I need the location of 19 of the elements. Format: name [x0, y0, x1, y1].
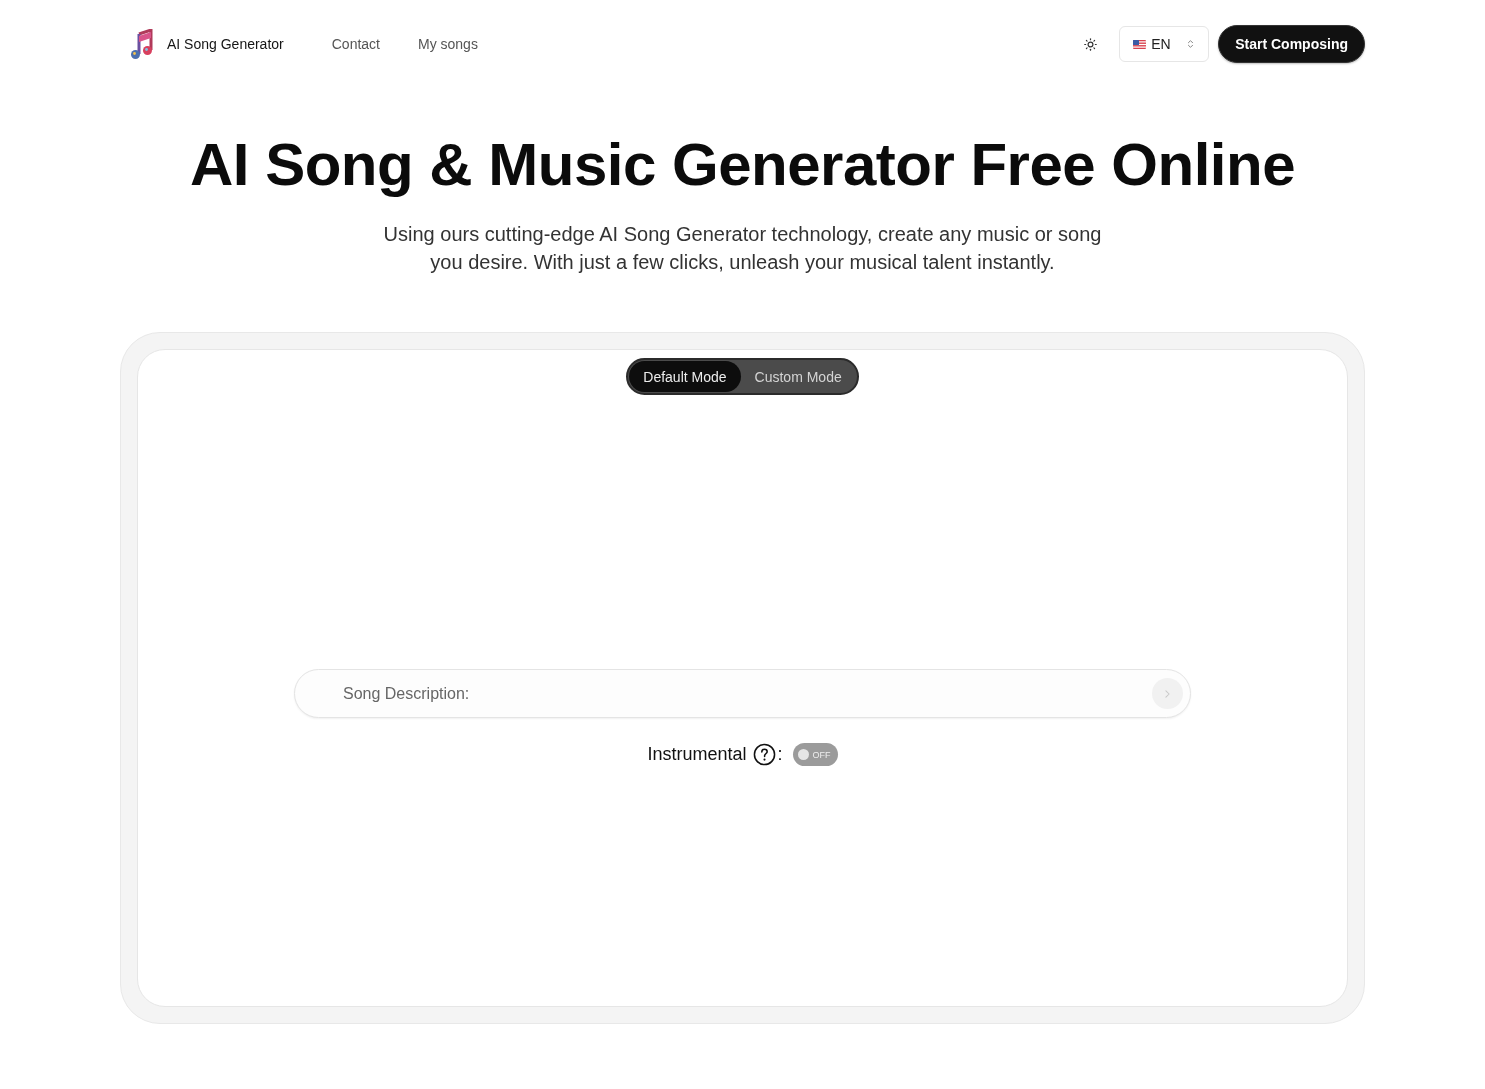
mode-tab[interactable]: Default Mode: [629, 361, 741, 392]
theme-toggle-sun-icon[interactable]: [1084, 37, 1098, 51]
nav-link[interactable]: Contact: [331, 36, 380, 52]
language-select[interactable]: EN: [1119, 26, 1210, 62]
chevron-right-icon: [1165, 689, 1170, 698]
song-description-field[interactable]: Song Description:: [294, 669, 1191, 718]
colon-text: :: [777, 744, 783, 765]
instrumental-label: Instrumental: [647, 744, 747, 765]
help-icon[interactable]: [752, 743, 776, 766]
flag-icon: [1133, 39, 1147, 49]
page-subtitle: Using ours cutting-edge AI Song Generator technology, create any music or song you desire. With just a few clicks, unleash your musical talent instantly.: [382, 222, 1103, 275]
up-down-caret-icon: [1187, 39, 1195, 49]
mode-tab[interactable]: Custom Mode: [740, 361, 856, 392]
brand-link[interactable]: AI Song Generator: [130, 29, 284, 59]
nav-link[interactable]: My songs: [418, 36, 478, 52]
music-note-icon: [130, 29, 154, 59]
switch-handle[interactable]: [797, 749, 809, 760]
page-title: AI Song & Music Generator Free Online: [188, 130, 1296, 200]
start-composing-button[interactable]: Start Composing: [1218, 25, 1365, 63]
